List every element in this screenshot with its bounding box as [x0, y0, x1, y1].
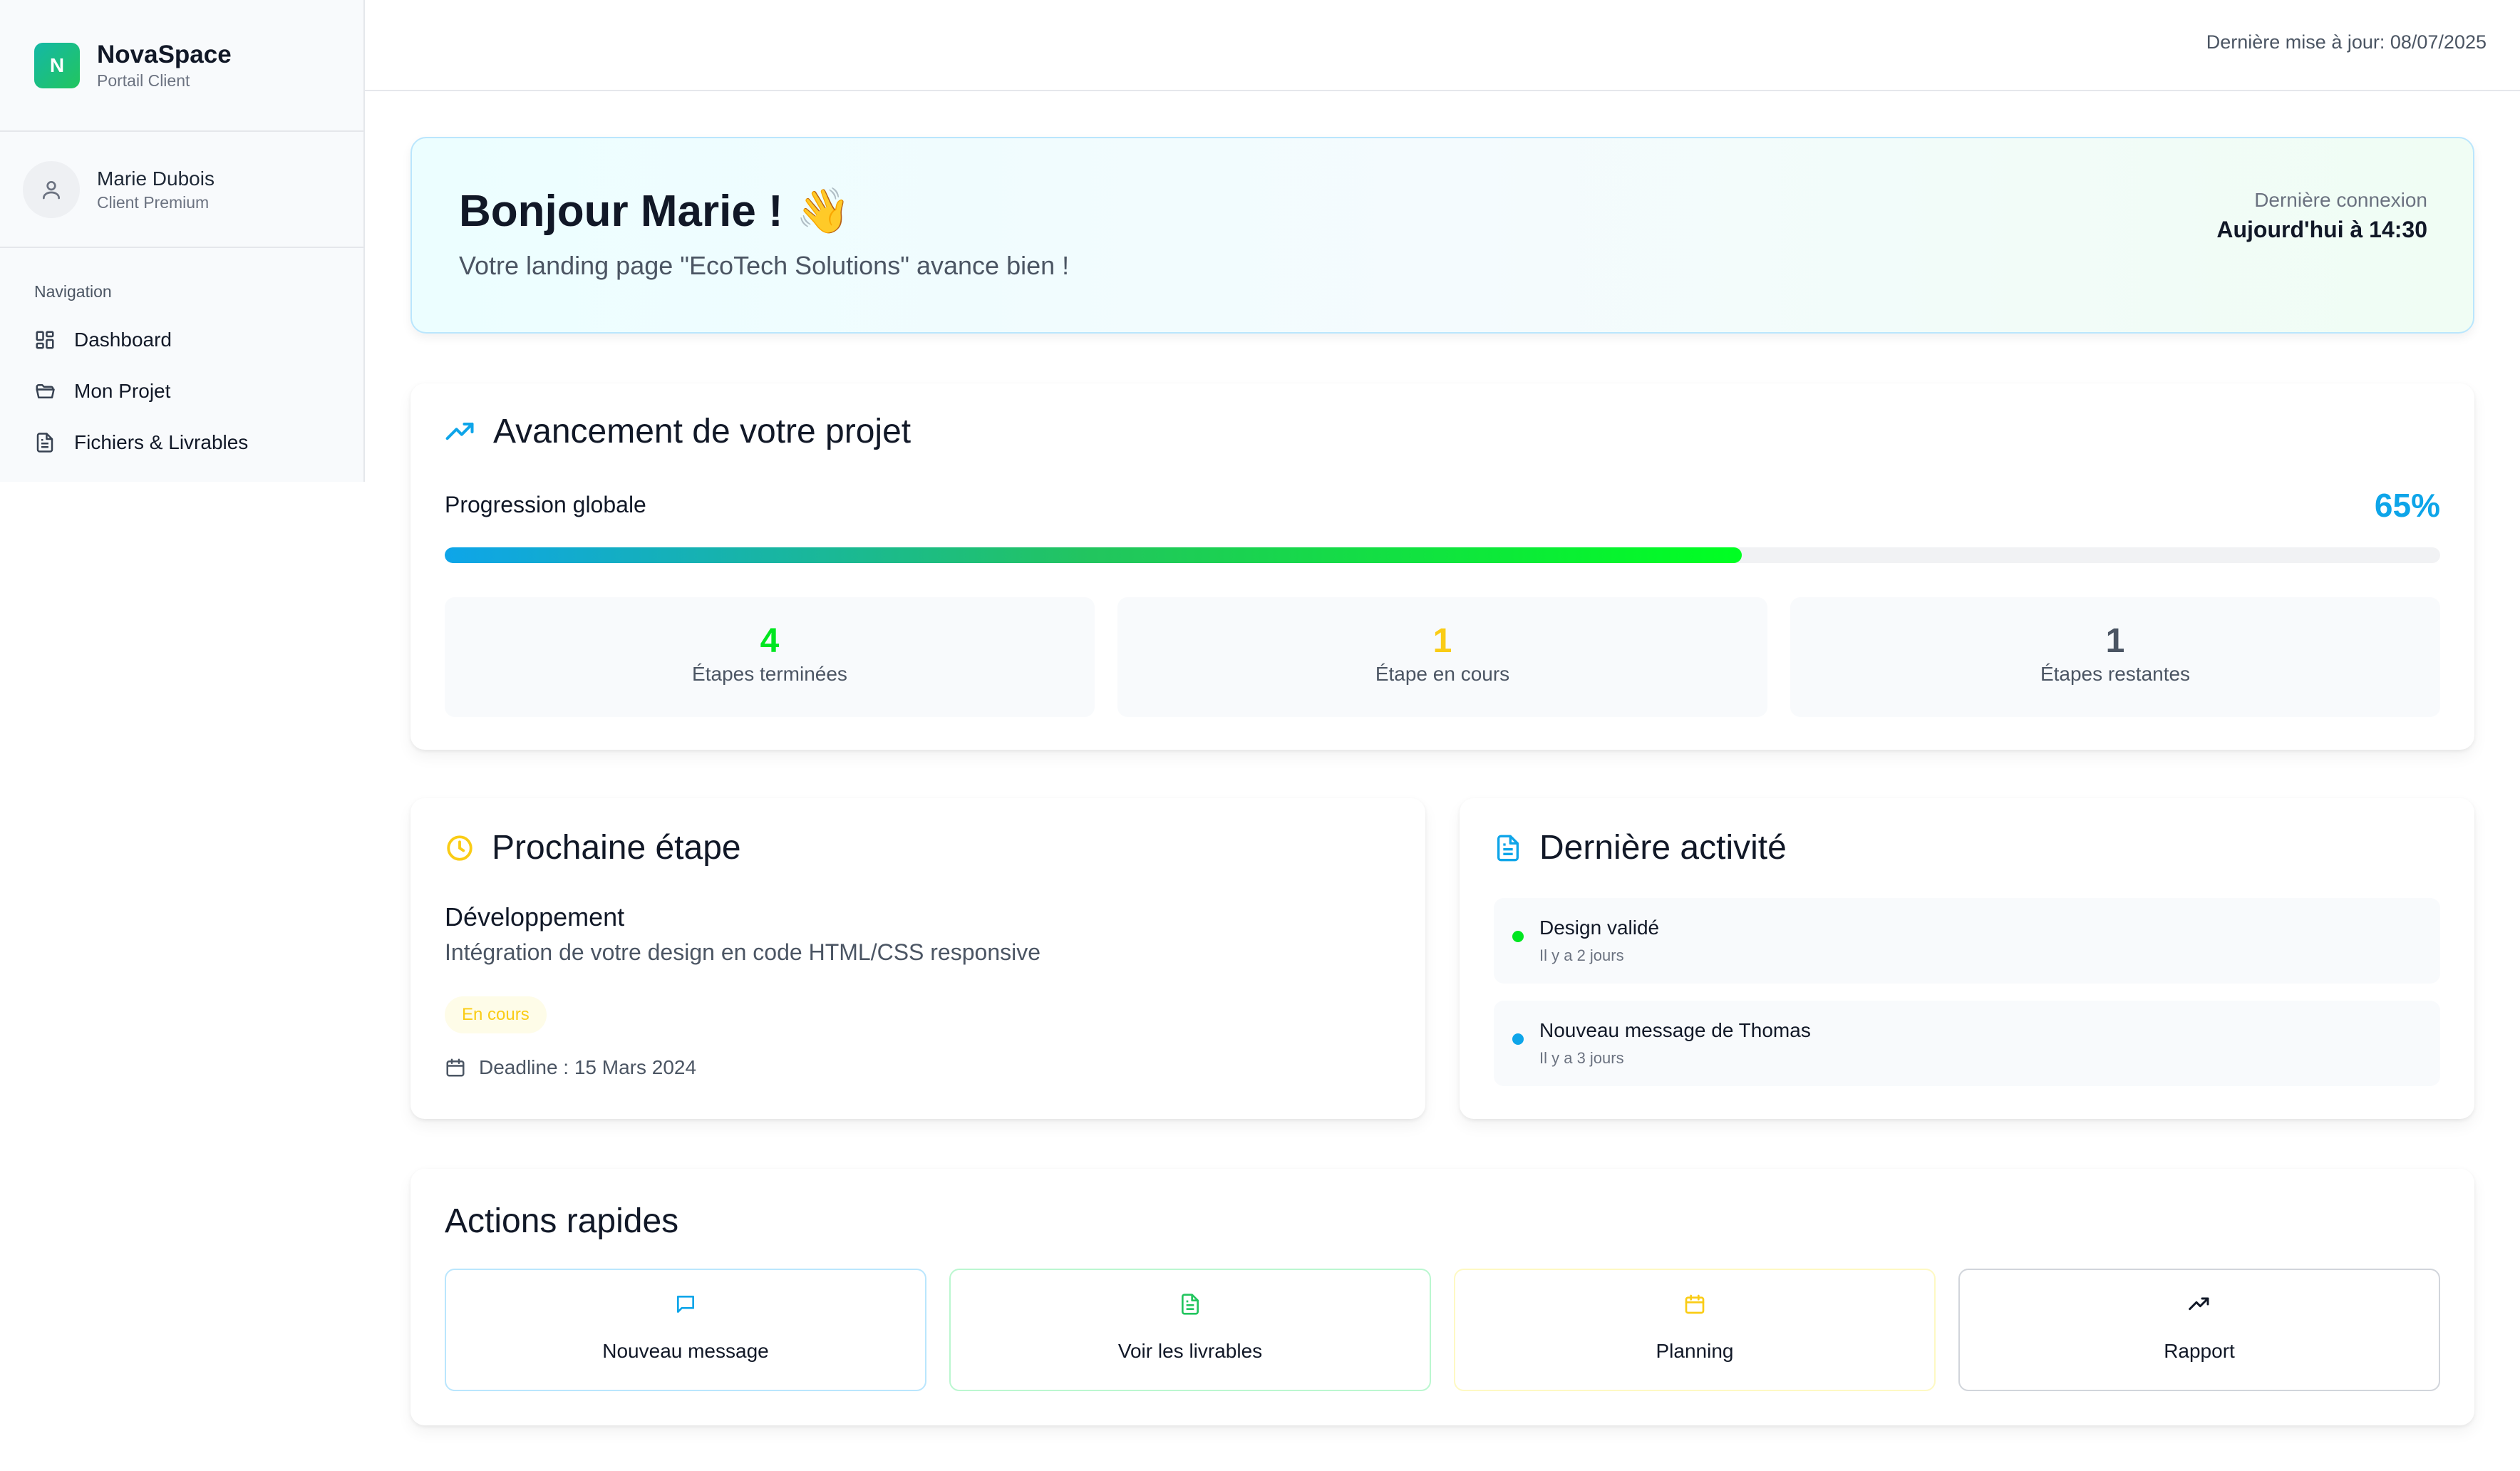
new-message-button[interactable]: Nouveau message	[445, 1269, 926, 1391]
sidebar-item-dashboard[interactable]: Dashboard	[34, 314, 363, 366]
nav-title: Navigation	[34, 282, 112, 301]
deadline-text: Deadline : 15 Mars 2024	[479, 1056, 697, 1078]
welcome-banner: Bonjour Marie ! 👋 Votre landing page "Ec…	[410, 137, 2474, 334]
stat-label: Étapes restantes	[2040, 663, 2191, 685]
greeting-text: Bonjour Marie !	[459, 187, 783, 236]
wave-emoji: 👋	[795, 187, 851, 236]
sidebar-item-label: Dashboard	[74, 329, 172, 351]
progress-bar-fill	[445, 547, 1742, 563]
welcome-subtitle: Votre landing page "EcoTech Solutions" a…	[459, 251, 1070, 280]
step-title: Développement	[445, 902, 625, 931]
quick-action-label: Nouveau message	[602, 1340, 769, 1362]
quick-actions-card: Actions rapides Nouveau message Voir les…	[410, 1169, 2474, 1425]
activity-dot	[1512, 931, 1524, 942]
view-deliverables-button[interactable]: Voir les livrables	[949, 1269, 1431, 1391]
activity-header: Dernière activité	[1494, 828, 1787, 867]
activity-card: Dernière activité Design validé Il y a 2…	[1460, 798, 2474, 1119]
topbar: Dernière mise à jour: 08/07/2025	[365, 0, 2520, 91]
step-description: Intégration de votre design en code HTML…	[445, 939, 1041, 965]
stat-label: Étapes terminées	[692, 663, 847, 685]
quick-action-label: Planning	[1656, 1340, 1734, 1362]
quick-actions-title: Actions rapides	[445, 1202, 679, 1240]
stat-value: 4	[760, 622, 780, 660]
brand: N NovaSpace Portail Client	[0, 0, 363, 132]
deadline: Deadline : 15 Mars 2024	[445, 1056, 696, 1079]
sidebar-item-mon-projet[interactable]: Mon Projet	[34, 366, 363, 417]
progress-card-header: Avancement de votre projet	[445, 412, 911, 451]
brand-name: NovaSpace	[97, 40, 232, 68]
progress-percent: 65%	[2374, 487, 2440, 524]
stat-value: 1	[2105, 622, 2125, 660]
user-name: Marie Dubois	[97, 167, 215, 190]
activity-item-time: Il y a 3 jours	[1539, 1049, 1624, 1067]
next-step-card: Prochaine étape Développement Intégratio…	[410, 798, 1425, 1119]
folder-icon	[36, 384, 55, 398]
trending-up-icon	[445, 422, 474, 440]
stat-remaining: 1 Étapes restantes	[1790, 597, 2440, 717]
activity-item-time: Il y a 2 jours	[1539, 946, 1624, 964]
stat-in-progress: 1 Étape en cours	[1117, 597, 1767, 717]
sidebar-item-fichiers[interactable]: Fichiers & Livrables	[34, 417, 363, 468]
message-icon	[677, 1296, 694, 1313]
app: N NovaSpace Portail Client Marie Dubois …	[0, 0, 2520, 1471]
stat-label: Étape en cours	[1375, 663, 1510, 685]
document-icon	[1497, 835, 1519, 861]
sidebar-item-label: Fichiers & Livrables	[74, 431, 249, 453]
status-badge: En cours	[445, 996, 547, 1033]
report-button[interactable]: Rapport	[1958, 1269, 2440, 1391]
logo: N	[34, 42, 80, 88]
greeting: Bonjour Marie ! 👋	[459, 185, 851, 237]
stat-value: 1	[1432, 622, 1452, 660]
clock-icon	[447, 835, 472, 861]
activity-title: Dernière activité	[1539, 829, 1787, 867]
user-role: Client Premium	[97, 192, 210, 212]
user-profile[interactable]: Marie Dubois Client Premium	[0, 132, 363, 248]
trending-icon	[2189, 1297, 2209, 1311]
last-login-value: Aujourd'hui à 14:30	[2216, 217, 2427, 242]
activity-item[interactable]: Design validé Il y a 2 jours	[1494, 898, 2440, 984]
progress-card: Avancement de votre projet Progression g…	[410, 383, 2474, 750]
calendar-icon	[1685, 1294, 1705, 1314]
file-icon	[36, 433, 53, 453]
activity-dot	[1512, 1033, 1524, 1045]
last-login-label: Dernière connexion	[2254, 189, 2427, 211]
next-step-title: Prochaine étape	[492, 829, 741, 867]
quick-action-label: Voir les livrables	[1117, 1340, 1263, 1362]
progress-label: Progression globale	[445, 492, 646, 517]
stat-completed: 4 Étapes terminées	[445, 597, 1095, 717]
brand-subtitle: Portail Client	[97, 71, 190, 90]
activity-item-title: Nouveau message de Thomas	[1539, 1019, 1811, 1041]
quick-action-label: Rapport	[2164, 1340, 2235, 1362]
planning-button[interactable]: Planning	[1454, 1269, 1936, 1391]
progress-bar	[445, 547, 2440, 563]
user-icon	[23, 160, 80, 218]
sidebar-nav: Navigation Dashboard Mon Projet Fichiers…	[0, 248, 363, 468]
last-login: Dernière connexion Aujourd'hui à 14:30	[2216, 187, 2427, 245]
activity-item-title: Design validé	[1539, 917, 1660, 939]
sidebar: N NovaSpace Portail Client Marie Dubois …	[0, 0, 365, 482]
grid-icon	[36, 331, 54, 349]
last-updated: Dernière mise à jour: 08/07/2025	[2206, 31, 2487, 53]
calendar-icon	[446, 1058, 465, 1077]
next-step-header: Prochaine étape	[445, 828, 741, 867]
progress-card-title: Avancement de votre projet	[493, 413, 912, 450]
sidebar-item-label: Mon Projet	[74, 380, 171, 402]
file-icon	[1182, 1294, 1199, 1315]
activity-item[interactable]: Nouveau message de Thomas Il y a 3 jours	[1494, 1001, 2440, 1086]
